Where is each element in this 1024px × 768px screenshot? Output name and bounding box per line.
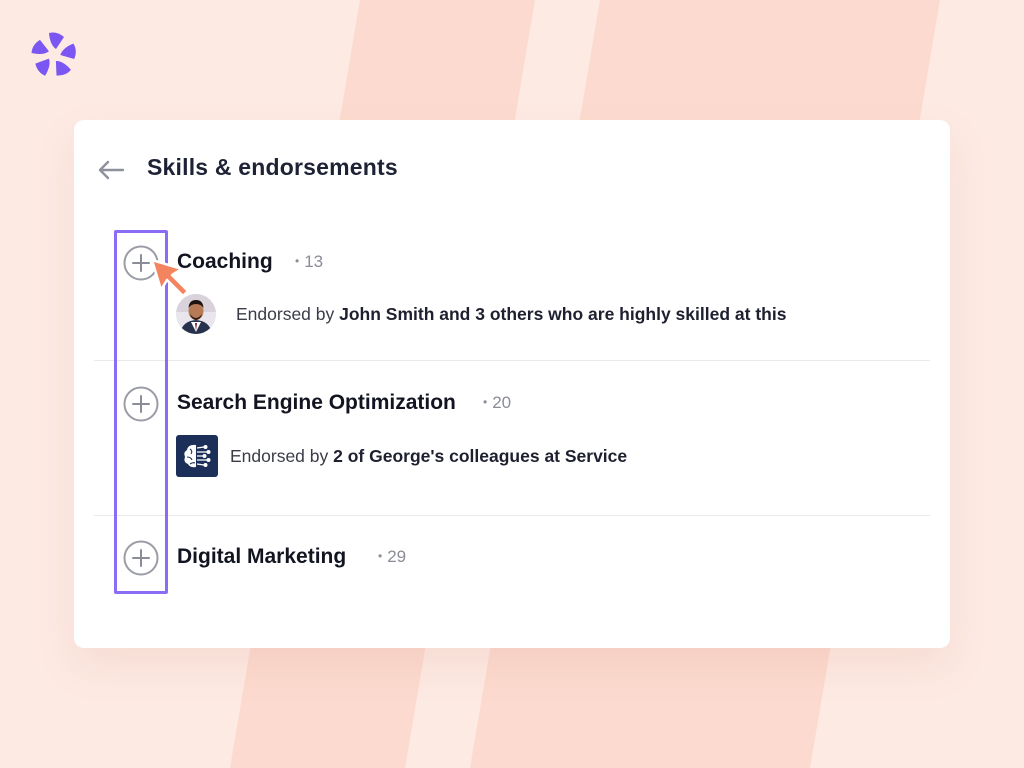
skill-name[interactable]: Digital Marketing xyxy=(177,545,346,569)
page-title: Skills & endorsements xyxy=(147,154,398,180)
brand-logo-icon xyxy=(31,32,76,76)
arrow-left-icon[interactable] xyxy=(96,158,126,182)
avatar[interactable] xyxy=(176,294,216,334)
plus-circle-icon[interactable] xyxy=(123,386,159,422)
endorsers-link[interactable]: 2 of George's colleagues at Service xyxy=(333,446,627,466)
endorsement-count: • 13 xyxy=(295,252,324,271)
skill-name[interactable]: Search Engine Optimization xyxy=(177,391,456,415)
endorsement-count: • 29 xyxy=(378,547,407,566)
endorsement-text: Endorsed by John Smith and 3 others who … xyxy=(236,304,787,324)
company-logo[interactable] xyxy=(176,435,218,477)
skills-card: Skills & endorsements Coaching • 13 Endor… xyxy=(74,120,950,648)
divider xyxy=(94,360,930,361)
divider xyxy=(94,515,930,516)
plus-circle-icon[interactable] xyxy=(123,245,159,281)
endorsement-count: • 20 xyxy=(483,393,512,412)
brain-circuit-icon xyxy=(184,444,211,468)
endorsement-text: Endorsed by 2 of George's colleagues at … xyxy=(230,446,628,466)
endorsers-link[interactable]: John Smith and 3 others who are highly s… xyxy=(339,304,786,324)
skill-name[interactable]: Coaching xyxy=(177,250,273,274)
plus-circle-icon[interactable] xyxy=(123,540,159,576)
